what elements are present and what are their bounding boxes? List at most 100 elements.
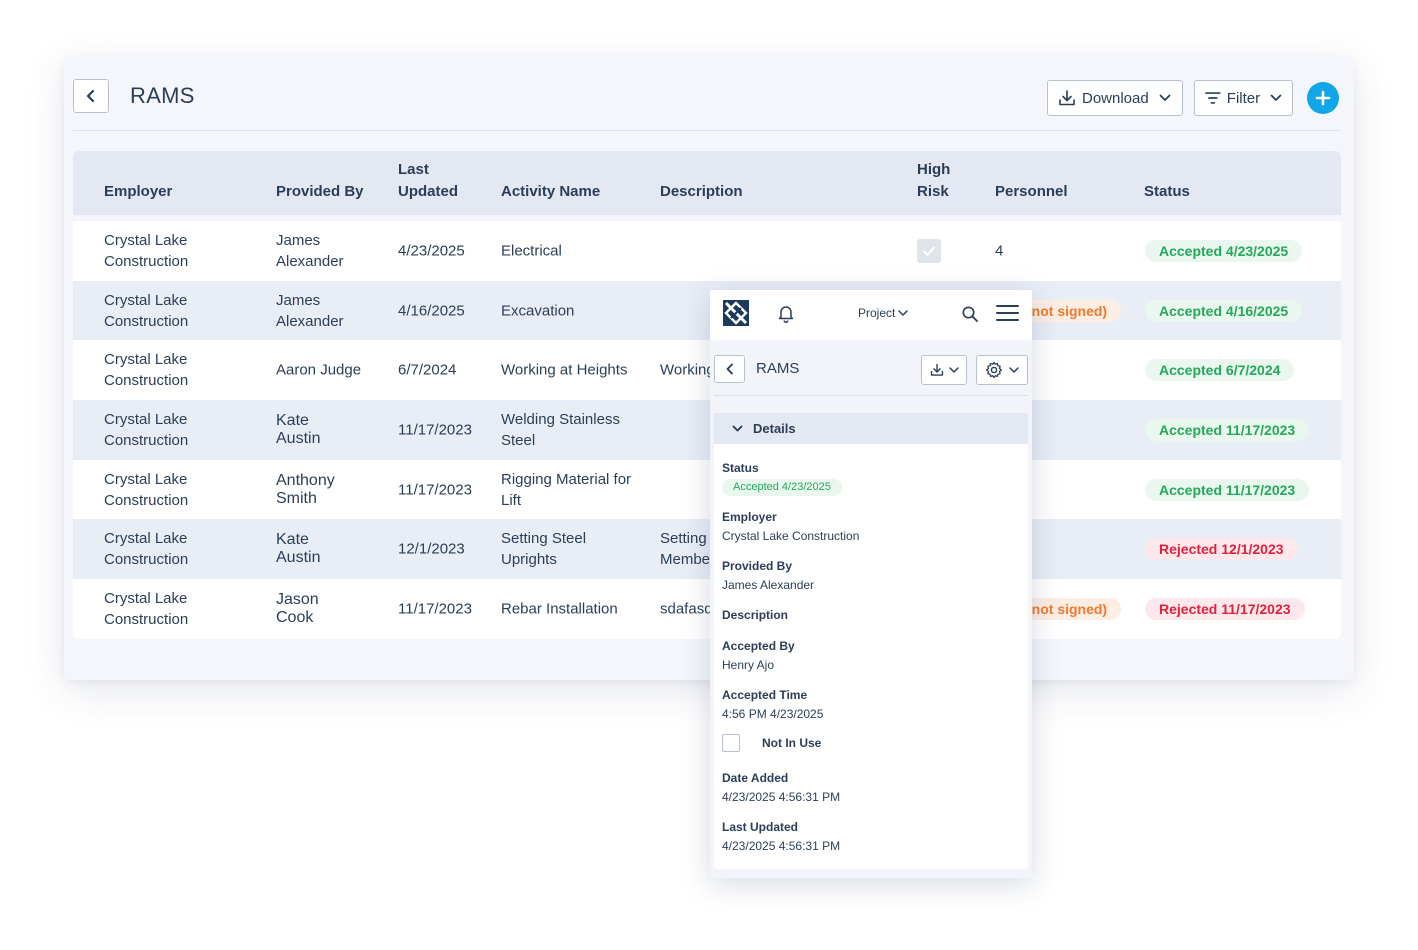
filter-label: Filter: [1226, 89, 1261, 107]
cell-description: Setting Members: [660, 530, 710, 569]
col-status[interactable]: Status: [1144, 181, 1190, 203]
details-card: Details Status Accepted 4/23/2025 Employ…: [714, 413, 1028, 869]
download-icon: [1059, 90, 1075, 106]
status-badge: Rejected 11/17/2023: [1145, 597, 1305, 620]
field-date-added: Date Added 4/23/2025 4:56:31 PM: [722, 770, 840, 805]
cell-employer: Crystal Lake Construction: [104, 351, 189, 390]
mobile-top-bar: Project: [710, 290, 1032, 340]
cell-provided-by: Anthony Smith: [276, 471, 335, 507]
field-label: Accepted By: [722, 639, 795, 653]
details-section-label: Details: [753, 421, 796, 436]
details-section-toggle[interactable]: Details: [714, 413, 1028, 444]
chevron-down-icon: [948, 366, 959, 373]
table-row[interactable]: Crystal Lake Construction James Alexande…: [73, 280, 1341, 341]
cell-personnel: 4: [995, 242, 1004, 260]
download-button[interactable]: Download: [1047, 80, 1183, 116]
check-icon: [923, 246, 935, 256]
status-badge: Accepted 4/16/2025: [1145, 299, 1303, 322]
back-button[interactable]: [714, 355, 745, 383]
cell-status: Rejected 12/1/2023: [1145, 538, 1298, 561]
cell-employer: Crystal Lake Construction: [104, 470, 189, 509]
cell-description: sdafasdf: [660, 600, 710, 618]
col-high-risk[interactable]: High Risk: [917, 159, 950, 203]
table-row[interactable]: Crystal Lake Construction James Alexande…: [73, 221, 1341, 281]
col-last-updated[interactable]: Last Updated: [398, 159, 458, 203]
project-dropdown[interactable]: Project: [858, 306, 909, 320]
table-header: Employer Provided By Last Updated Activi…: [73, 151, 1341, 215]
field-status: Status Accepted 4/23/2025: [722, 460, 842, 496]
filter-button[interactable]: Filter: [1194, 80, 1293, 116]
field-label: Description: [722, 608, 789, 622]
cell-status: Accepted 11/17/2023: [1145, 478, 1310, 501]
high-risk-checkbox[interactable]: [917, 238, 941, 263]
field-accepted-time: Accepted Time 4:56 PM 4/23/2025: [722, 687, 823, 722]
col-description[interactable]: Description: [660, 181, 743, 203]
cell-status: Accepted 6/7/2024: [1145, 359, 1295, 382]
table-row[interactable]: Crystal Lake Construction Jason Cook 11/…: [73, 579, 1341, 639]
cell-provided-by: James Alexander: [276, 231, 344, 270]
hamburger-menu-icon[interactable]: [996, 304, 1019, 322]
mobile-subheader: RAMS: [714, 340, 1028, 396]
page-header: RAMS Download Filter: [73, 56, 1341, 131]
status-badge: Accepted 4/23/2025: [1145, 239, 1303, 262]
cell-last-updated: 4/23/2025: [398, 242, 465, 260]
table-row[interactable]: Crystal Lake Construction Kate Austin 12…: [73, 519, 1341, 580]
field-last-updated: Last Updated 4/23/2025 4:56:31 PM: [722, 819, 840, 854]
field-label: Last Updated: [722, 820, 799, 834]
filter-icon: [1205, 92, 1221, 104]
notification-bell-icon[interactable]: [776, 303, 796, 323]
back-button[interactable]: [73, 79, 109, 113]
chevron-down-icon: [1009, 366, 1019, 373]
cell-employer: Crystal Lake Construction: [104, 410, 189, 449]
settings-button[interactable]: [976, 355, 1028, 385]
cell-provided-by: Kate Austin: [276, 531, 321, 567]
cell-last-updated: 11/17/2023: [398, 600, 472, 618]
gear-icon: [985, 361, 1003, 379]
plus-icon: [1315, 90, 1331, 106]
mobile-page-title: RAMS: [756, 360, 800, 377]
field-value: 4/23/2025 4:56:31 PM: [722, 790, 841, 804]
col-provided-by[interactable]: Provided By: [276, 181, 364, 203]
cell-activity: Welding Stainless Steel: [501, 410, 620, 449]
download-button[interactable]: [921, 355, 967, 385]
add-button[interactable]: [1307, 82, 1339, 114]
cell-provided-by: James Alexander: [276, 291, 344, 330]
not-in-use-checkbox[interactable]: [722, 734, 740, 752]
cell-last-updated: 6/7/2024: [398, 361, 457, 379]
table-row[interactable]: Crystal Lake Construction Kate Austin 11…: [73, 400, 1341, 460]
field-label: Date Added: [722, 771, 789, 785]
rams-table: Employer Provided By Last Updated Activi…: [73, 151, 1341, 639]
chevron-down-icon: [1159, 94, 1171, 101]
not-in-use-label[interactable]: Not In Use: [762, 735, 821, 751]
field-label: Accepted Time: [722, 688, 808, 702]
cell-description: Working: [660, 361, 710, 379]
cell-activity: Excavation: [501, 302, 575, 320]
field-accepted-by: Accepted By Henry Ajo: [722, 638, 795, 673]
cell-status: Accepted 11/17/2023: [1145, 418, 1310, 441]
status-badge: Accepted 11/17/2023: [1145, 478, 1310, 501]
table-row[interactable]: Crystal Lake Construction Aaron Judge 6/…: [73, 340, 1341, 401]
cell-status: Rejected 11/17/2023: [1145, 597, 1305, 620]
not-in-use-row: Not In Use: [722, 734, 821, 752]
download-label: Download: [1082, 89, 1149, 107]
col-personnel[interactable]: Personnel: [995, 181, 1068, 203]
app-logo-icon[interactable]: [723, 300, 749, 326]
page-title: RAMS: [130, 83, 195, 108]
col-activity-name[interactable]: Activity Name: [501, 181, 600, 203]
cell-high-risk[interactable]: [917, 218, 941, 284]
chevron-down-icon: [1270, 94, 1282, 101]
status-badge: Rejected 12/1/2023: [1145, 538, 1298, 561]
table-body: Crystal Lake Construction James Alexande…: [73, 221, 1341, 639]
field-employer: Employer Crystal Lake Construction: [722, 509, 859, 544]
col-employer[interactable]: Employer: [104, 181, 172, 203]
cell-last-updated: 4/16/2025: [398, 302, 465, 320]
chevron-left-icon: [86, 89, 95, 103]
table-row[interactable]: Crystal Lake Construction Anthony Smith …: [73, 459, 1341, 520]
cell-provided-by: Aaron Judge: [276, 361, 362, 379]
chevron-down-icon: [732, 425, 743, 431]
field-value: Crystal Lake Construction: [722, 529, 860, 543]
field-value: James Alexander: [722, 578, 815, 592]
search-icon[interactable]: [961, 305, 979, 323]
field-value: 4/23/2025 4:56:31 PM: [722, 839, 841, 853]
status-badge: Accepted 6/7/2024: [1145, 359, 1295, 382]
